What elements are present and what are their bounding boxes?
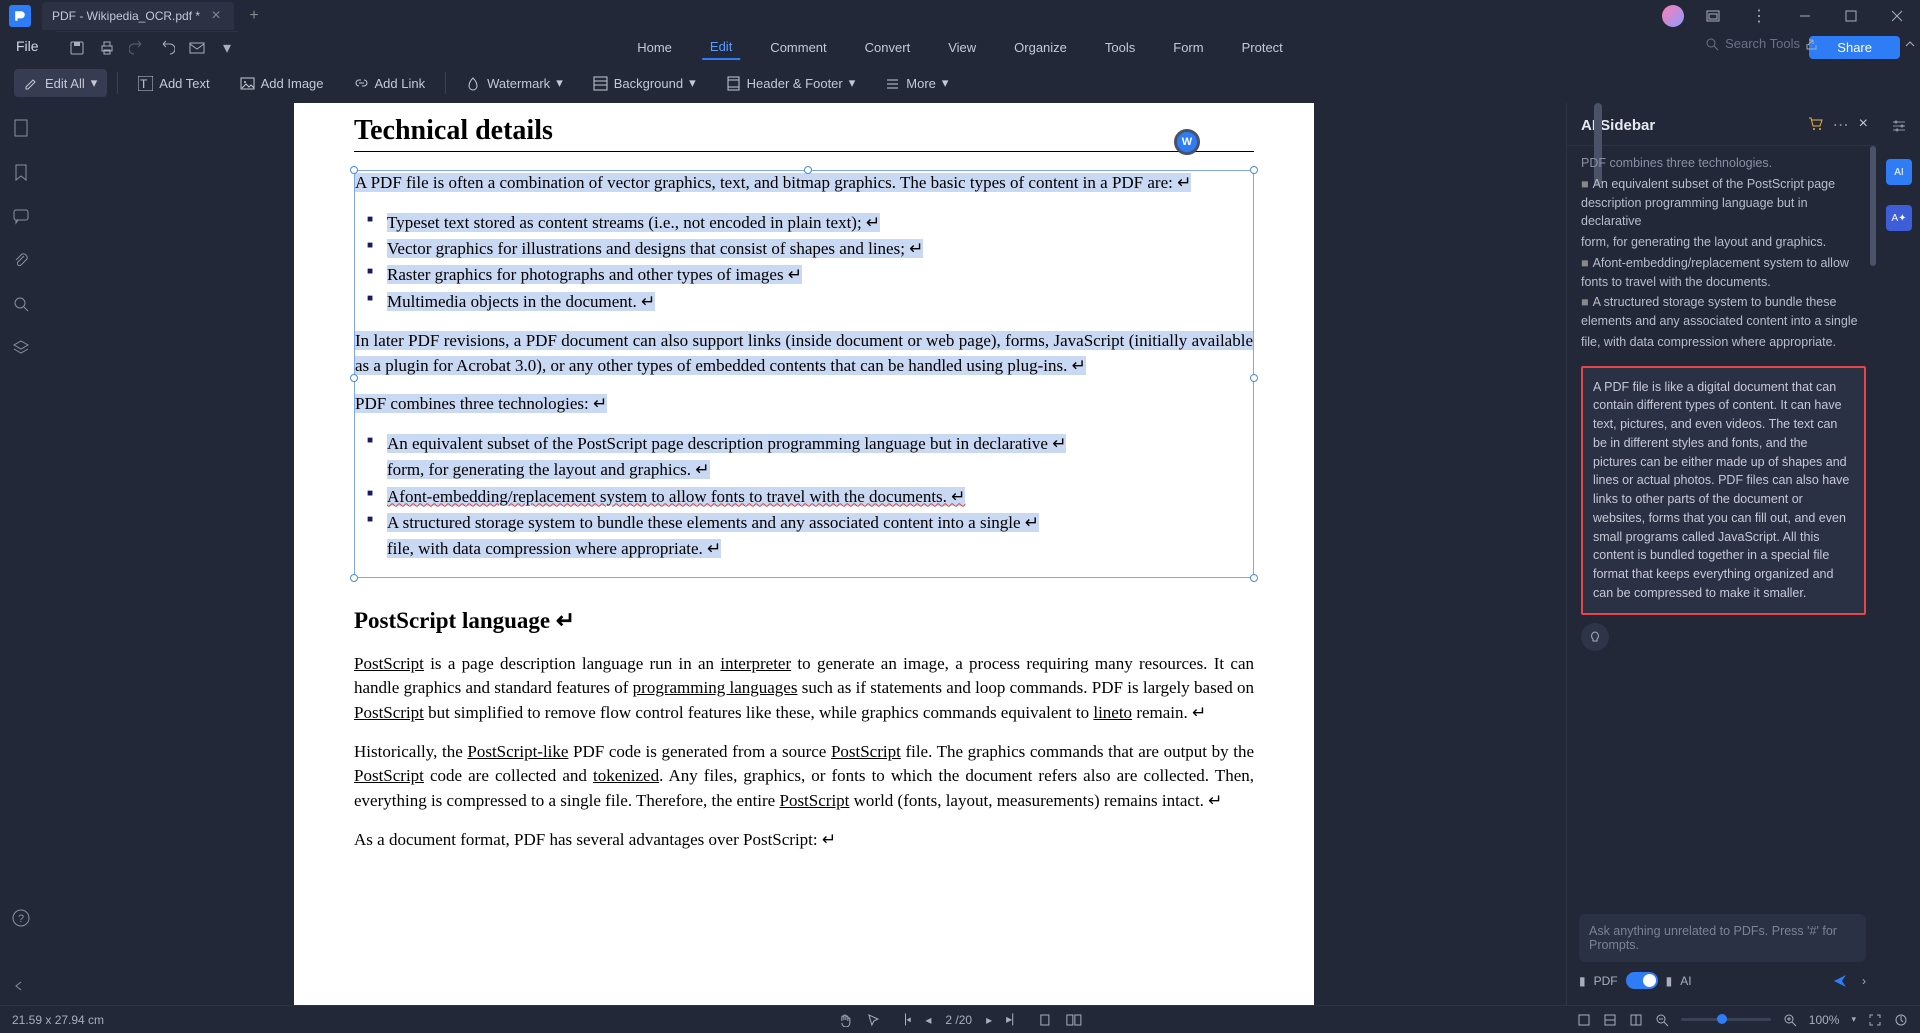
close-window-button[interactable]	[1874, 0, 1920, 31]
send-icon[interactable]	[1832, 973, 1848, 989]
view-mode-3-icon[interactable]	[1629, 1013, 1643, 1027]
avatar[interactable]	[1662, 5, 1684, 27]
page-indicator[interactable]: 2 /20	[945, 1013, 972, 1027]
heading-technical-details: Technical details	[354, 115, 1254, 152]
menu-home[interactable]: Home	[629, 36, 680, 59]
menu-comment[interactable]: Comment	[762, 36, 834, 59]
status-dimensions: 21.59 x 27.94 cm	[12, 1013, 104, 1027]
save-icon[interactable]	[66, 37, 88, 59]
tab-title: PDF - Wikipedia_OCR.pdf *	[52, 9, 200, 23]
undo-icon[interactable]	[126, 37, 148, 59]
fit-page-icon[interactable]	[1038, 1013, 1052, 1027]
pdf-mode-label: PDF	[1594, 974, 1618, 988]
thumbnails-icon[interactable]	[12, 119, 30, 137]
menu-form[interactable]: Form	[1165, 36, 1211, 59]
last-page-icon[interactable]: ▸⎸	[1006, 1012, 1024, 1027]
bookmarks-icon[interactable]	[12, 163, 30, 181]
redo-icon[interactable]	[156, 37, 178, 59]
select-tool-icon[interactable]	[866, 1013, 880, 1027]
paragraph: Historically, the PostScript-like PDF co…	[354, 740, 1254, 814]
watermark-badge[interactable]: W	[1174, 129, 1200, 155]
menu-edit[interactable]: Edit	[702, 35, 740, 60]
reading-mode-icon[interactable]	[1894, 1013, 1908, 1027]
edit-all-button[interactable]: Edit All▾	[14, 69, 107, 97]
header-footer-button[interactable]: Header & Footer▾	[716, 69, 866, 97]
document-viewport[interactable]: Technical details A PDF file is often a …	[42, 103, 1566, 1005]
mail-icon[interactable]	[186, 37, 208, 59]
attachments-icon[interactable]	[12, 251, 30, 269]
hand-tool-icon[interactable]	[838, 1013, 852, 1027]
close-tab-icon[interactable]: ×	[208, 8, 224, 24]
view-mode-2-icon[interactable]	[1603, 1013, 1617, 1027]
menu-view[interactable]: View	[940, 36, 984, 59]
minimize-button[interactable]	[1782, 0, 1828, 31]
print-icon[interactable]	[96, 37, 118, 59]
pdf-ai-toggle[interactable]	[1626, 972, 1658, 989]
share-button[interactable]: Share	[1809, 36, 1900, 59]
settings-icon[interactable]	[1886, 113, 1912, 139]
collapse-left-icon[interactable]	[12, 979, 26, 993]
paragraph: As a document format, PDF has several ad…	[354, 828, 1254, 853]
page: Technical details A PDF file is often a …	[294, 103, 1314, 1005]
new-tab-button[interactable]: +	[244, 6, 264, 26]
idea-icon[interactable]	[1581, 623, 1609, 651]
next-page-icon[interactable]: ▸	[986, 1013, 992, 1027]
more-menu-icon[interactable]: ⋮	[1736, 0, 1782, 31]
ai-chat-input[interactable]: Ask anything unrelated to PDFs. Press '#…	[1579, 914, 1866, 962]
help-icon[interactable]: ?	[12, 909, 30, 927]
maximize-button[interactable]	[1828, 0, 1874, 31]
paragraph: PostScript is a page description languag…	[354, 652, 1254, 726]
more-button[interactable]: More▾	[875, 69, 958, 97]
collapse-ribbon-icon[interactable]	[1904, 38, 1916, 50]
menu-convert[interactable]: Convert	[857, 36, 919, 59]
layers-icon[interactable]	[12, 339, 30, 357]
add-link-button[interactable]: Add Link	[344, 70, 436, 97]
search-tools[interactable]: Search Tools	[1705, 36, 1800, 51]
menu-protect[interactable]: Protect	[1234, 36, 1291, 59]
separator	[445, 72, 446, 94]
zoom-slider[interactable]	[1681, 1018, 1771, 1021]
background-button[interactable]: Background▾	[583, 69, 706, 97]
prev-page-icon[interactable]: ◂	[925, 1013, 931, 1027]
svg-text:?: ?	[18, 913, 24, 925]
sidebar-scrollbar[interactable]	[1870, 146, 1876, 266]
search-icon[interactable]	[12, 295, 30, 313]
svg-text:T: T	[140, 77, 148, 91]
search-placeholder: Search Tools	[1725, 36, 1800, 51]
menu-tools[interactable]: Tools	[1097, 36, 1143, 59]
window-frame-icon[interactable]	[1690, 0, 1736, 31]
heading-postscript: PostScript language ↵	[354, 608, 1254, 634]
app-icon	[0, 5, 40, 27]
sidebar-title: AI Sidebar	[1581, 117, 1655, 134]
close-sidebar-icon[interactable]: ×	[1859, 115, 1868, 135]
next-icon[interactable]: ›	[1862, 974, 1866, 988]
open-external-icon[interactable]	[1804, 36, 1820, 52]
comments-icon[interactable]	[12, 207, 30, 225]
zoom-in-icon[interactable]	[1783, 1013, 1797, 1027]
qat-chevron-icon[interactable]: ▾	[216, 37, 238, 59]
first-page-icon[interactable]: ⎹◂	[894, 1012, 911, 1027]
zoom-level[interactable]: 100%	[1809, 1013, 1840, 1027]
ai-mode-label: AI	[1680, 974, 1691, 988]
add-text-button[interactable]: TAdd Text	[128, 70, 219, 97]
fit-spread-icon[interactable]	[1066, 1013, 1082, 1027]
watermark-button[interactable]: Watermark▾	[456, 69, 573, 97]
file-tab[interactable]: PDF - Wikipedia_OCR.pdf * ×	[42, 2, 234, 30]
cart-icon[interactable]	[1807, 115, 1823, 135]
ai-tool-icon[interactable]: A✦	[1886, 205, 1912, 231]
more-options-icon[interactable]: ⋯	[1833, 115, 1849, 135]
fullscreen-icon[interactable]	[1868, 1013, 1882, 1027]
separator	[117, 72, 118, 94]
ai-summary-highlight: A PDF file is like a digital document th…	[1581, 366, 1866, 615]
truncated-line: PDF combines three technologies.	[1581, 154, 1866, 173]
zoom-out-icon[interactable]	[1655, 1013, 1669, 1027]
ai-sidebar-icon[interactable]: AI	[1886, 159, 1912, 185]
file-menu[interactable]: File	[16, 38, 39, 54]
add-image-button[interactable]: Add Image	[230, 70, 334, 97]
view-mode-1-icon[interactable]	[1577, 1013, 1591, 1027]
menu-organize[interactable]: Organize	[1006, 36, 1075, 59]
ai-sidebar: AI Sidebar ⋯ × PDF combines three techno…	[1566, 103, 1878, 1005]
